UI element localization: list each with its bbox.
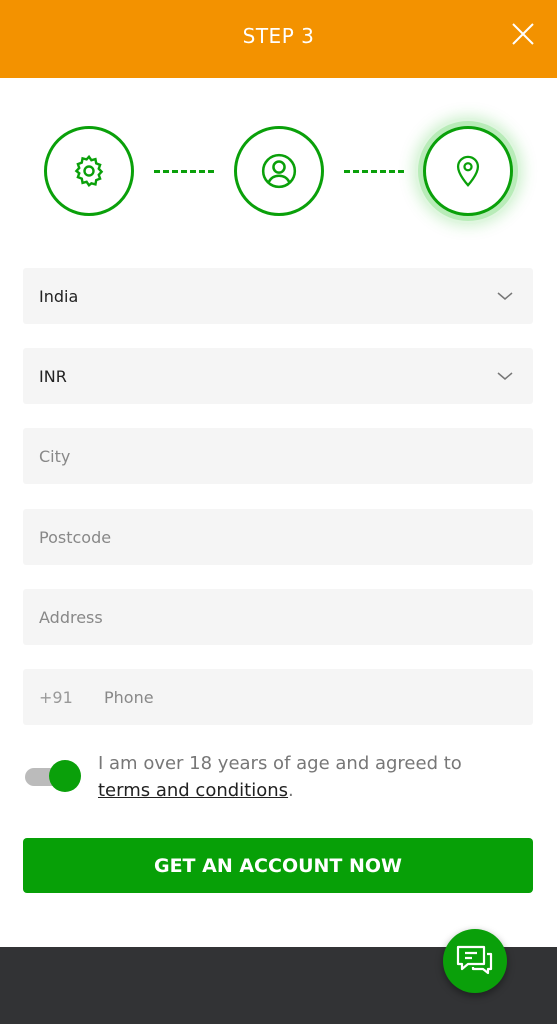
postcode-placeholder: Postcode — [39, 527, 112, 547]
agree-label: I am over 18 years of age and agreed to — [98, 753, 462, 774]
phone-placeholder: Phone — [104, 687, 154, 707]
address-placeholder: Address — [39, 607, 103, 627]
currency-value: INR — [39, 366, 67, 386]
chat-icon — [456, 945, 493, 975]
chat-button[interactable] — [443, 929, 507, 993]
country-value: India — [39, 286, 79, 306]
country-select[interactable]: India — [23, 268, 533, 324]
user-icon — [261, 153, 297, 189]
age-terms-toggle[interactable] — [25, 760, 81, 792]
step-connector — [154, 170, 214, 173]
step-connector — [344, 170, 404, 173]
agree-period: . — [288, 780, 294, 801]
page-title: STEP 3 — [242, 24, 315, 48]
chevron-down-icon — [497, 292, 513, 300]
agree-text: I am over 18 years of age and agreed to … — [98, 750, 518, 804]
currency-select[interactable]: INR — [23, 348, 533, 404]
city-input[interactable]: City — [23, 428, 533, 484]
address-input[interactable]: Address — [23, 589, 533, 645]
header: STEP 3 — [0, 0, 557, 78]
step-profile — [234, 126, 324, 216]
phone-prefix: +91 — [39, 687, 73, 707]
postcode-input[interactable]: Postcode — [23, 509, 533, 565]
city-placeholder: City — [39, 446, 71, 466]
terms-link[interactable]: terms and conditions — [98, 780, 288, 801]
location-pin-icon — [456, 155, 480, 187]
step-location — [423, 126, 513, 216]
get-account-button[interactable]: GET AN ACCOUNT NOW — [23, 838, 533, 893]
chevron-down-icon — [497, 372, 513, 380]
toggle-knob — [49, 760, 81, 792]
phone-input[interactable]: +91 Phone — [23, 669, 533, 725]
close-icon[interactable] — [511, 22, 535, 46]
gear-icon — [74, 154, 104, 187]
step-settings — [44, 126, 134, 216]
